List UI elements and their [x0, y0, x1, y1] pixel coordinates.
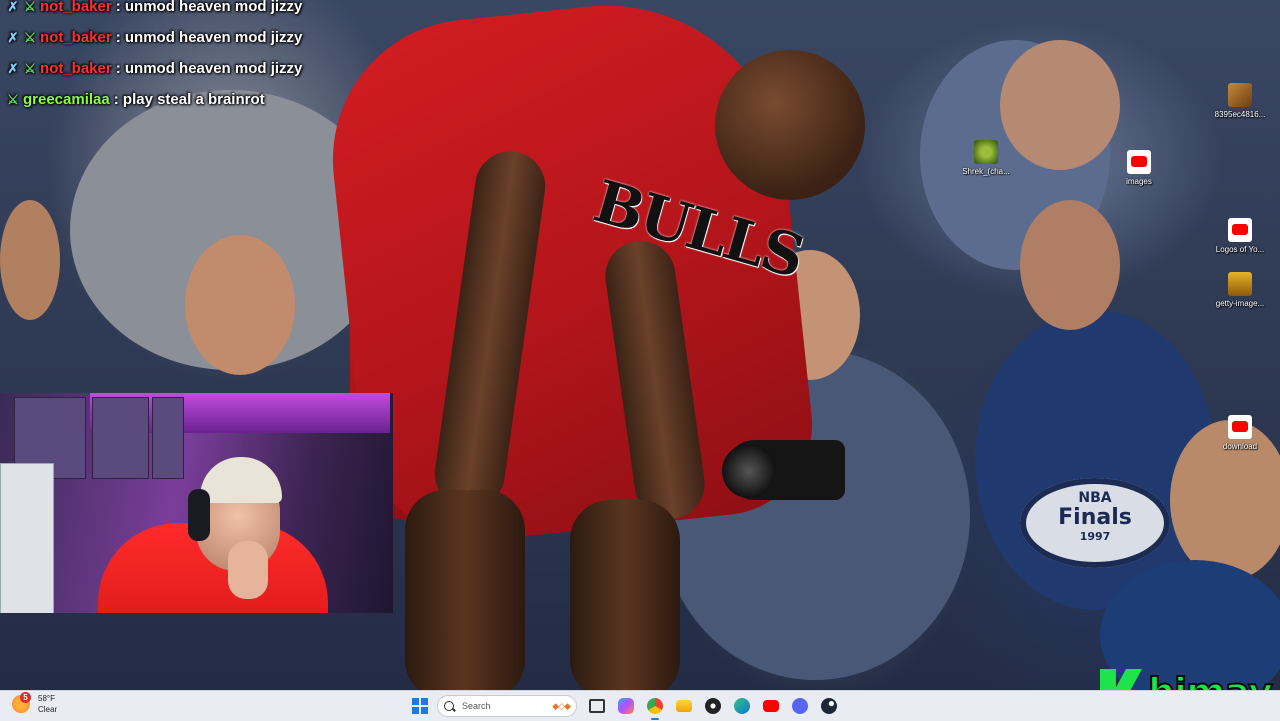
desktop-icon-label: Logos of Yo... [1215, 245, 1265, 254]
leg-right [570, 500, 680, 690]
mod-badge-icon: ⚔ [24, 29, 36, 45]
chat-message: ✗ ⚔ not_baker: unmod heaven mod jizzy [6, 53, 303, 84]
chat-colon: : [115, 0, 125, 15]
taskbar-search[interactable]: Search ◆◇◆ [437, 695, 577, 717]
player-head [715, 50, 865, 200]
desktop-icon-label: download [1222, 442, 1258, 451]
obs-icon [705, 698, 721, 714]
windows-icon [412, 698, 428, 714]
mod-badge-icon: ⚔ [24, 0, 36, 14]
youtube-file-icon [1228, 218, 1252, 242]
webcam-fridge [0, 463, 54, 613]
image-file-icon [1228, 83, 1252, 107]
discord-icon [792, 698, 808, 714]
finals-banner: NBA Finals 1997 [1020, 478, 1170, 568]
taskbar-center: Search ◆◇◆ [408, 694, 846, 720]
desktop-icon-8395ec4816[interactable]: 8395ec4816... [1210, 83, 1270, 119]
copilot-button[interactable] [614, 694, 638, 718]
leg-left [405, 490, 525, 690]
camera-lens [722, 444, 776, 498]
chat-colon: : [115, 60, 125, 77]
chat-username: greecamilaa [23, 91, 110, 108]
task-view-button[interactable] [585, 694, 609, 718]
sword-badge-icon: ✗ [7, 60, 19, 76]
weather-text: 58°F Clear [38, 693, 57, 715]
desktop-icon-getty-image[interactable]: getty-image... [1210, 272, 1270, 308]
streamer-cap [200, 457, 282, 503]
edge-icon [734, 698, 750, 714]
desktop-icon-label: getty-image... [1215, 299, 1265, 308]
chat-text: play steal a brainrot [122, 91, 265, 108]
headphone-icon [188, 489, 210, 541]
streamer-hand [228, 541, 268, 599]
edge-button[interactable] [730, 694, 754, 718]
webcam-poster [152, 397, 184, 479]
weather-temp: 58°F [38, 694, 55, 703]
chat-overlay: ✗ ⚔ not_baker: unmod heaven mod jizzy ✗ … [6, 0, 302, 115]
sword-badge-icon: ✗ [7, 29, 19, 45]
chat-text: unmod heaven mod jizzy [124, 60, 303, 77]
webcam-overlay [0, 393, 393, 613]
search-icon [444, 701, 454, 711]
chat-username: not_baker [40, 60, 112, 77]
weather-sun-icon: 5 [12, 692, 31, 713]
obs-button[interactable] [701, 694, 725, 718]
banner-nba: NBA [1078, 490, 1112, 506]
desktop-icon-label: Shrek_(cha... [962, 167, 1010, 176]
discord-button[interactable] [788, 694, 812, 718]
mod-badge-icon: ⚔ [7, 91, 19, 107]
youtube-file-icon [1228, 415, 1252, 439]
webcam-poster [92, 397, 149, 479]
chat-text: unmod heaven mod jizzy [124, 0, 303, 15]
chat-username: not_baker [40, 0, 112, 15]
sword-badge-icon: ✗ [7, 0, 19, 14]
chat-message: ⚔ greecamilaa: play steal a brainrot [6, 84, 302, 115]
chat-text: unmod heaven mod jizzy [124, 29, 303, 46]
youtube-button[interactable] [759, 694, 783, 718]
folder-icon [676, 700, 692, 712]
start-button[interactable] [408, 694, 432, 718]
taskbar: 5 58°F Clear Search ◆◇◆ [0, 690, 1280, 721]
weather-badge: 5 [20, 692, 31, 703]
desktop-icon-logos-of-youtube[interactable]: Logos of Yo... [1210, 218, 1270, 254]
getty-file-icon [1228, 272, 1252, 296]
weather-widget[interactable]: 5 58°F Clear [12, 692, 57, 715]
steam-icon [821, 698, 837, 714]
steam-button[interactable] [817, 694, 841, 718]
youtube-file-icon [1127, 150, 1151, 174]
banner-finals: Finals [1058, 505, 1132, 530]
chat-message: ✗ ⚔ not_baker: unmod heaven mod jizzy [6, 22, 303, 53]
chrome-icon [647, 698, 663, 714]
search-highlight-icon: ◆◇◆ [552, 700, 571, 711]
chat-colon: : [115, 29, 125, 46]
file-explorer-button[interactable] [672, 694, 696, 718]
chat-colon: : [113, 91, 123, 108]
weather-condition: Clear [38, 705, 58, 714]
copilot-icon [618, 698, 634, 714]
desktop-icon-download[interactable]: download [1210, 415, 1270, 451]
search-placeholder: Search [462, 701, 491, 711]
youtube-icon [763, 700, 779, 712]
desktop-icon-label: images [1126, 177, 1152, 186]
task-view-icon [589, 699, 605, 713]
banner-year: 1997 [1079, 530, 1111, 543]
shrek-file-icon [974, 140, 998, 164]
desktop-icon-label: 8395ec4816... [1214, 110, 1266, 119]
desktop-icon-images[interactable]: images [1109, 150, 1169, 186]
desktop-icon-shrek[interactable]: Shrek_(cha... [956, 140, 1016, 176]
chat-message: ✗ ⚔ not_baker: unmod heaven mod jizzy [6, 0, 303, 22]
mod-badge-icon: ⚔ [24, 60, 36, 76]
chrome-button[interactable] [643, 694, 667, 720]
chat-username: not_baker [40, 29, 112, 46]
